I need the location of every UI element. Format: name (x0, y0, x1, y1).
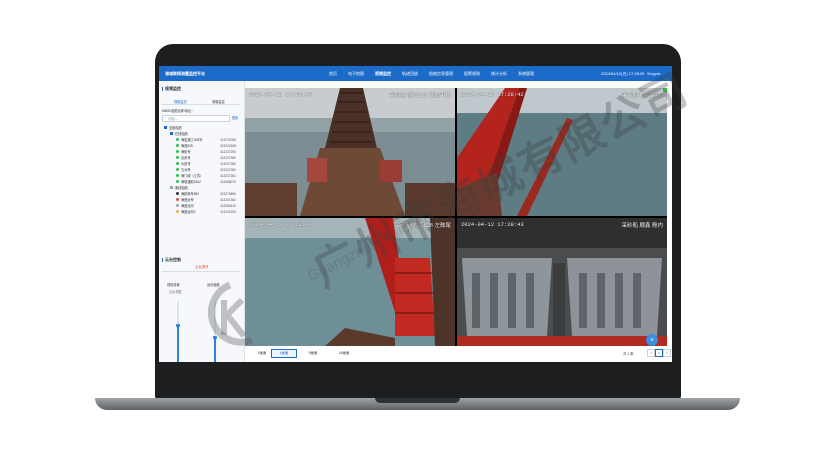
ship-status-dot-icon (176, 174, 179, 177)
search-icon: ⌕ (164, 116, 166, 120)
tab-video-monitor[interactable]: 视频监控 (174, 99, 187, 104)
search-button[interactable]: 搜索 (230, 115, 240, 121)
ship-status-dot-icon (176, 168, 179, 171)
nav-system[interactable]: 系统管理 (518, 71, 534, 77)
ship-status-dot-icon (176, 210, 179, 213)
watermark-logo (207, 281, 254, 346)
sidebar-tabs: 视频监控 录像监控 (162, 98, 240, 105)
app-title: 海城联网测量监控平台 (165, 71, 205, 76)
layout-9-button[interactable]: 9画面 (300, 349, 326, 358)
control-sublabel: 云台调整 (169, 290, 182, 294)
checkbox-icon[interactable] (170, 132, 173, 135)
control-divider (162, 271, 240, 272)
search-input[interactable]: ⌕ 请输入 (162, 115, 230, 122)
camera-4-scene (457, 218, 667, 346)
camera-4-name: 采砂船 顺鑫 舱内 (621, 223, 663, 229)
nav-statistics[interactable]: 统计分析 (491, 71, 507, 77)
top-navigation-bar: 海城联网测量监控平台 首页 电子地图 视频监控 轨迹回放 船舶信息管理 报警规则… (159, 66, 672, 81)
layout-16-button[interactable]: 16画面 (331, 349, 357, 358)
search-placeholder: 请输入 (168, 117, 178, 121)
tree-item-label: 海盛运河2 (181, 210, 196, 214)
pagination-total: 共 1 条 (623, 352, 634, 356)
ship-status-dot-icon (176, 180, 179, 183)
control-section-title: 云台控制 (162, 257, 181, 263)
control-tab[interactable]: 云台调节 (195, 264, 209, 269)
view-slider-knob[interactable] (176, 323, 180, 327)
camera-1-name: 采砂船 顺鑫828 前面甲板 (389, 93, 451, 99)
tree-item-mmsi: 413241925 (220, 210, 236, 214)
ship-status-dot-icon (176, 144, 179, 147)
page-1-button[interactable]: 1 (655, 349, 663, 357)
ship-status-dot-icon (176, 150, 179, 153)
ship-status-dot-icon (176, 192, 179, 195)
view-slider-fill (177, 325, 179, 362)
tab-recording[interactable]: 录像监控 (212, 99, 225, 104)
camera-3-timestamp: 2024-04-12 17:28:43 (249, 221, 312, 228)
page-prev-button[interactable]: < (647, 349, 655, 357)
nav-video-monitor[interactable]: 视频监控 (375, 71, 391, 77)
camera-2-timestamp: 2024-04-12 17:28:42 (461, 91, 524, 98)
checkbox-icon[interactable] (170, 186, 173, 189)
nav-track-playback[interactable]: 轨迹回放 (402, 71, 418, 77)
main-nav: 首页 电子地图 视频监控 轨迹回放 船舶信息管理 报警规则 统计分析 系统管理 (329, 71, 545, 77)
control-label-view: 视场设置 (167, 283, 180, 287)
checkbox-icon[interactable] (164, 126, 167, 129)
mmsi-label: MMSI/船舶名称/地址： (162, 109, 195, 113)
video-footer: 1画面 4画面 9画面 16画面 共 1 条 < 1 > (245, 347, 672, 362)
nav-ship-info[interactable]: 船舶信息管理 (429, 71, 453, 77)
tree-item[interactable]: 海盛运河2 413241925 (162, 209, 242, 215)
help-float-button[interactable]: ⚙ (646, 334, 658, 346)
camera-view-4[interactable]: 2024-04-12 17:28:43 采砂船 顺鑫 舱内 (457, 218, 667, 346)
nav-home[interactable]: 首页 (329, 71, 337, 77)
nav-alarm-rules[interactable]: 报警规则 (464, 71, 480, 77)
layout-4-button[interactable]: 4画面 (271, 349, 297, 358)
ship-status-dot-icon (176, 138, 179, 141)
page-next-button[interactable]: > (663, 349, 671, 357)
laptop-notch (375, 398, 460, 403)
ship-status-dot-icon (176, 162, 179, 165)
ship-status-dot-icon (176, 204, 179, 207)
camera-1-timestamp: 2024-04-12 17:28:40 (249, 91, 312, 98)
nav-map[interactable]: 电子地图 (348, 71, 364, 77)
ship-tree: 全部船舶 在线船舶 海岩通工328号 413219786 海盛828 413220188 海… (162, 125, 242, 215)
view-slider[interactable] (176, 301, 180, 362)
ship-status-dot-icon (176, 198, 179, 201)
ship-status-dot-icon (176, 156, 179, 159)
monitor-section-title: 视频监控 (162, 86, 181, 92)
